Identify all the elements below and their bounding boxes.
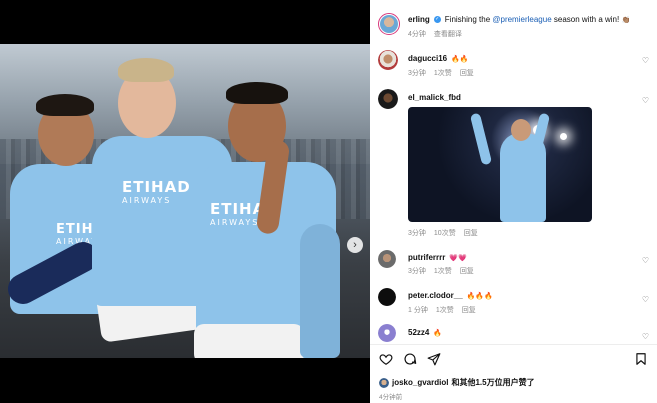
comment-likes[interactable]: 1次赞 <box>434 266 452 276</box>
caption-meta: 4分钟 查看翻译 <box>408 29 462 39</box>
liker-username[interactable]: josko_gvardiol <box>392 378 448 387</box>
post-media: ETIHADAIRWAYS 9 ETIHADAIRWAYS ETIHADAIRW… <box>0 0 370 403</box>
likes-summary: josko_gvardiol 和其他1.5万位用户赞了 <box>379 377 535 388</box>
post-time: 4分钟前 <box>379 394 403 401</box>
comment-text: 🔥🔥🔥 <box>466 292 493 300</box>
comment-username[interactable]: dagucci16 <box>408 54 447 63</box>
comment-gif[interactable] <box>408 107 592 222</box>
author-username[interactable]: erling <box>408 15 430 24</box>
comment-avatar[interactable] <box>378 89 398 109</box>
player-right-hair <box>226 82 288 104</box>
comment-username[interactable]: 52zz4 <box>408 328 429 337</box>
comment-meta: 1 分钟 1次赞 回复 <box>408 305 476 315</box>
comment-meta: 3分钟 1次赞 回复 <box>408 266 474 276</box>
bookmark-icon[interactable] <box>634 352 648 366</box>
player-center-sponsor: ETIHAD AIRWAYS <box>122 178 191 205</box>
author-avatar[interactable] <box>378 13 400 35</box>
heart-icon[interactable]: ♡ <box>642 256 649 265</box>
comment-likes[interactable]: 1次赞 <box>434 68 452 78</box>
player-center-hair <box>118 58 174 82</box>
share-icon[interactable] <box>427 352 441 366</box>
comment-text: 🔥🔥 <box>451 55 469 63</box>
comment-row: dagucci16 🔥🔥 <box>408 54 469 63</box>
comment-likes[interactable]: 10次赞 <box>434 228 456 238</box>
chevron-right-icon: › <box>353 239 357 251</box>
caption-text: Finishing the @premierleague season with… <box>444 15 631 24</box>
comment-username[interactable]: el_malick_fbd <box>408 93 461 102</box>
reply-link[interactable]: 回复 <box>462 305 476 315</box>
heart-icon[interactable] <box>379 352 393 366</box>
comment-avatar[interactable] <box>378 324 396 342</box>
heart-icon[interactable]: ♡ <box>642 56 649 65</box>
heart-icon[interactable]: ♡ <box>642 295 649 304</box>
comment-row: 52zz4 🔥 <box>408 328 442 337</box>
comment-text: 🔥 <box>433 329 443 337</box>
comment-icon[interactable] <box>403 352 417 366</box>
player-right-shorts <box>194 324 304 358</box>
reply-link[interactable]: 回复 <box>460 68 474 78</box>
action-bar <box>379 352 441 366</box>
post-photo[interactable]: ETIHADAIRWAYS 9 ETIHADAIRWAYS ETIHADAIRW… <box>0 44 370 358</box>
comment-avatar[interactable] <box>378 288 396 306</box>
comment-text: 💗💗 <box>449 254 467 262</box>
comment-likes[interactable]: 1次赞 <box>436 305 454 315</box>
comment-meta: 3分钟 10次赞 回复 <box>408 228 478 238</box>
comment-avatar[interactable] <box>378 250 396 268</box>
caption-time: 4分钟 <box>408 31 426 38</box>
next-photo-button[interactable]: › <box>347 237 363 253</box>
heart-icon[interactable]: ♡ <box>642 332 649 341</box>
comment-row: peter.clodor__ 🔥🔥🔥 <box>408 291 493 300</box>
caption-mention[interactable]: @premierleague <box>492 15 551 24</box>
translate-link[interactable]: 查看翻译 <box>434 29 462 39</box>
reply-link[interactable]: 回复 <box>460 266 474 276</box>
comment-username[interactable]: putriferrrr <box>408 253 445 262</box>
heart-icon[interactable]: ♡ <box>642 96 649 105</box>
comment-username[interactable]: peter.clodor__ <box>408 291 463 300</box>
verified-icon: ✓ <box>433 16 441 23</box>
comment-avatar[interactable] <box>378 50 398 70</box>
caption-line: erling ✓ Finishing the @premierleague se… <box>408 15 653 24</box>
comment-meta: 3分钟 1次赞 回复 <box>408 68 474 78</box>
actions-divider <box>370 344 657 345</box>
comment-row: el_malick_fbd <box>408 93 461 102</box>
liker-avatar[interactable] <box>379 377 389 388</box>
reply-link[interactable]: 回复 <box>464 228 478 238</box>
player-left-hair <box>36 94 94 116</box>
likes-count-text[interactable]: 和其他1.5万位用户赞了 <box>451 377 534 388</box>
comments-panel: erling ✓ Finishing the @premierleague se… <box>370 0 657 403</box>
comment-row: putriferrrr 💗💗 <box>408 253 467 262</box>
player-far-right-jersey <box>300 224 340 358</box>
